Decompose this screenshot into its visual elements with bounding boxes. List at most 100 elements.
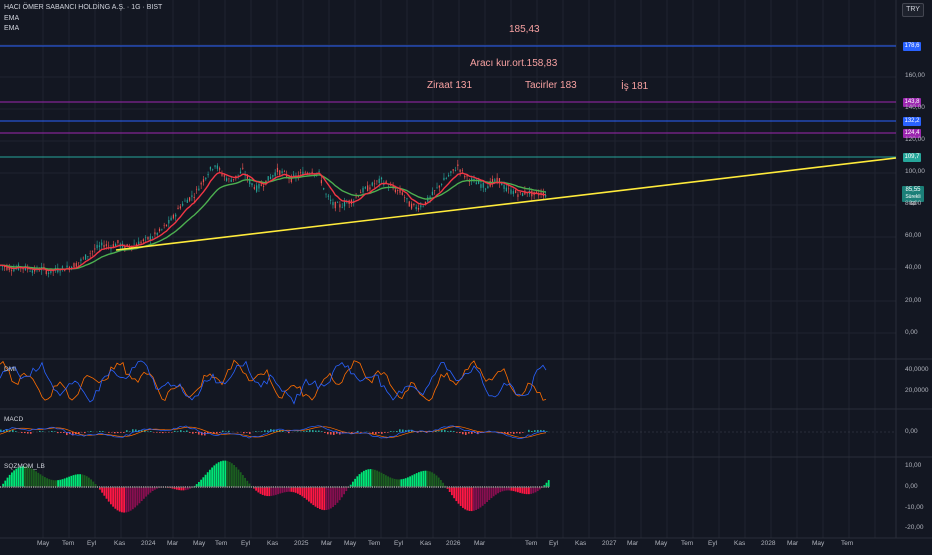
sqzmom-dot xyxy=(502,486,503,488)
sqzmom-dot xyxy=(249,486,250,488)
macd-histogram-bar xyxy=(387,432,389,433)
indicator-ema-2[interactable]: EMA xyxy=(4,25,19,32)
candle-body xyxy=(346,203,347,204)
candle-body xyxy=(284,171,285,172)
macd-histogram-bar xyxy=(399,429,401,432)
sqzmom-dot xyxy=(282,486,283,488)
candle-body xyxy=(448,175,449,176)
sqzmom-histogram-bar xyxy=(29,468,31,487)
sqzmom-dot xyxy=(176,486,177,488)
macd-histogram-bar xyxy=(63,432,65,433)
sqzmom-dot xyxy=(455,486,456,488)
macd-histogram-bar xyxy=(261,431,263,432)
currency-button[interactable]: TRY xyxy=(902,3,924,17)
macd-histogram-bar xyxy=(12,430,14,432)
sqzmom-dot xyxy=(55,486,56,488)
annotation-ziraat[interactable]: Ziraat 131 xyxy=(427,80,472,91)
sqzmom-histogram-bar xyxy=(48,479,50,487)
sqzmom-dot xyxy=(376,486,377,488)
sqzmom-dot xyxy=(506,486,507,488)
panel-sqzmom-title[interactable]: SQZMOM_LB xyxy=(4,463,45,470)
dmi-axis-label: 20,0000 xyxy=(905,387,929,394)
sqzmom-dot xyxy=(440,486,441,488)
sqzmom-dot xyxy=(169,486,170,488)
sqzmom-dot xyxy=(350,486,351,488)
sqzmom-histogram-bar xyxy=(343,487,345,494)
level-tag-1786[interactable]: 178,6 xyxy=(903,42,921,51)
sqzmom-dot xyxy=(24,486,25,488)
sqzmom-histogram-bar xyxy=(356,476,358,487)
sqzmom-dot xyxy=(2,486,3,488)
annotation-broker-avg[interactable]: Aracı kur.ort.158,83 xyxy=(470,58,557,69)
macd-histogram-bar xyxy=(54,431,56,432)
sqzmom-dot xyxy=(400,486,401,488)
panel-dmi-title[interactable]: DMI xyxy=(4,366,16,373)
macd-histogram-bar xyxy=(216,432,218,434)
panel-macd-title[interactable]: MACD xyxy=(4,416,23,423)
sqzmom-histogram-bar xyxy=(387,476,389,487)
sqzmom-dot xyxy=(363,486,364,488)
sqzmom-histogram-bar xyxy=(310,487,312,503)
candle-body xyxy=(166,225,167,226)
sqzmom-histogram-bar xyxy=(235,467,237,487)
sqzmom-dot xyxy=(539,486,540,488)
sqzmom-dot xyxy=(154,486,155,488)
macd-histogram-bar xyxy=(60,432,62,433)
macd-histogram-bar xyxy=(243,432,245,433)
sqzmom-histogram-bar xyxy=(242,475,244,487)
last-price-value: 85,55 xyxy=(902,187,924,194)
sqzmom-dot xyxy=(449,486,450,488)
indicator-ema-1[interactable]: EMA xyxy=(4,15,19,22)
sqzmom-dot xyxy=(235,486,236,488)
sqzmom-dot xyxy=(513,486,514,488)
sqzmom-histogram-bar xyxy=(427,471,429,487)
level-tag-1097[interactable]: 109,7 xyxy=(903,153,921,162)
sqzmom-dot xyxy=(530,486,531,488)
sqzmom-dot xyxy=(319,486,320,488)
sqzmom-histogram-bar xyxy=(90,479,92,487)
sqzmom-histogram-bar xyxy=(477,487,479,509)
candle-body xyxy=(168,220,169,223)
sqzmom-dot xyxy=(425,486,426,488)
sqzmom-dot xyxy=(84,486,85,488)
sqzmom-histogram-bar xyxy=(416,473,418,487)
sqzmom-dot xyxy=(453,486,454,488)
level-tag-1322[interactable]: 132,2 xyxy=(903,117,921,126)
sqzmom-dot xyxy=(271,486,272,488)
candle-body xyxy=(480,184,481,188)
candle-body xyxy=(150,236,151,240)
sqzmom-dot xyxy=(466,486,467,488)
macd-histogram-bar xyxy=(195,432,197,433)
sqzmom-histogram-bar xyxy=(455,487,457,501)
candle-body xyxy=(404,197,405,198)
candle-body xyxy=(342,207,343,208)
annotation-price[interactable]: 185,43 xyxy=(509,24,540,35)
sqzmom-histogram-bar xyxy=(372,469,374,487)
macd-histogram-bar xyxy=(531,431,533,432)
time-axis-label: Kas xyxy=(420,540,431,547)
macd-histogram-bar xyxy=(177,431,179,432)
sqzmom-dot xyxy=(334,486,335,488)
candle-body xyxy=(270,177,271,179)
candle-body xyxy=(85,255,86,260)
candle-body xyxy=(64,270,65,271)
sqzmom-dot xyxy=(119,486,120,488)
sqzmom-dot xyxy=(484,486,485,488)
candle-body xyxy=(450,171,451,173)
sqzmom-dot xyxy=(134,486,135,488)
macd-histogram-bar xyxy=(174,431,176,432)
sqzmom-dot xyxy=(213,486,214,488)
candle-body xyxy=(29,271,30,272)
sqzmom-dot xyxy=(304,486,305,488)
sqzmom-histogram-bar xyxy=(409,476,411,487)
sqzmom-dot xyxy=(0,486,1,488)
sqzmom-dot xyxy=(528,486,529,488)
annotation-tacirler[interactable]: Tacirler 183 xyxy=(525,80,577,91)
macd-histogram-bar xyxy=(255,431,257,432)
annotation-is[interactable]: İş 181 xyxy=(621,81,648,92)
sqzmom-dot xyxy=(33,486,34,488)
sqzmom-histogram-bar xyxy=(88,478,90,487)
sqzmom-dot xyxy=(429,486,430,488)
macd-histogram-bar xyxy=(27,432,29,434)
sqzmom-dot xyxy=(482,486,483,488)
